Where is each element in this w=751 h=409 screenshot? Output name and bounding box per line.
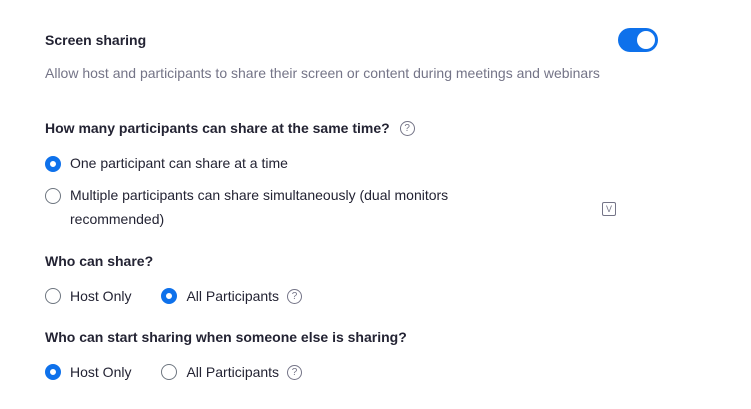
radio-multiple-participants[interactable]: Multiple participants can share simultan… bbox=[45, 187, 505, 231]
radio-button[interactable] bbox=[45, 288, 61, 304]
radio-button[interactable] bbox=[45, 156, 61, 172]
who-can-start-question-label: Who can start sharing when someone else … bbox=[45, 329, 407, 345]
radio-label: Host Only bbox=[70, 288, 132, 304]
radio-button[interactable] bbox=[45, 364, 61, 380]
help-icon[interactable]: ? bbox=[399, 120, 415, 136]
toggle-knob bbox=[637, 31, 655, 49]
edit-icon[interactable]: V bbox=[602, 202, 616, 216]
share-count-question: How many participants can share at the s… bbox=[45, 120, 415, 136]
radio-host-only[interactable]: Host Only bbox=[45, 363, 131, 381]
setting-description: Allow host and participants to share the… bbox=[45, 65, 600, 81]
who-can-share-options: Host Only All Participants ? bbox=[45, 287, 303, 305]
who-can-share-question: Who can share? bbox=[45, 253, 153, 269]
screen-sharing-toggle[interactable] bbox=[618, 28, 658, 52]
radio-one-participant[interactable]: One participant can share at a time bbox=[45, 155, 288, 175]
who-can-start-options: Host Only All Participants ? bbox=[45, 363, 303, 381]
who-can-start-question: Who can start sharing when someone else … bbox=[45, 329, 407, 345]
radio-host-only[interactable]: Host Only bbox=[45, 287, 131, 305]
radio-all-participants[interactable]: All Participants bbox=[161, 363, 279, 381]
setting-title: Screen sharing bbox=[45, 32, 147, 48]
radio-label: Host Only bbox=[70, 364, 132, 380]
radio-label: One participant can share at a time bbox=[70, 155, 288, 171]
radio-label: All Participants bbox=[186, 288, 280, 304]
radio-label: Multiple participants can share simultan… bbox=[70, 187, 449, 227]
radio-label: All Participants bbox=[186, 364, 280, 380]
help-icon[interactable]: ? bbox=[287, 364, 303, 380]
who-can-share-question-label: Who can share? bbox=[45, 253, 154, 269]
radio-all-participants[interactable]: All Participants bbox=[161, 287, 279, 305]
help-icon[interactable]: ? bbox=[287, 288, 303, 304]
radio-button[interactable] bbox=[161, 364, 178, 380]
radio-button[interactable] bbox=[161, 288, 178, 304]
radio-button[interactable] bbox=[45, 188, 61, 204]
share-count-question-label: How many participants can share at the s… bbox=[45, 120, 390, 136]
